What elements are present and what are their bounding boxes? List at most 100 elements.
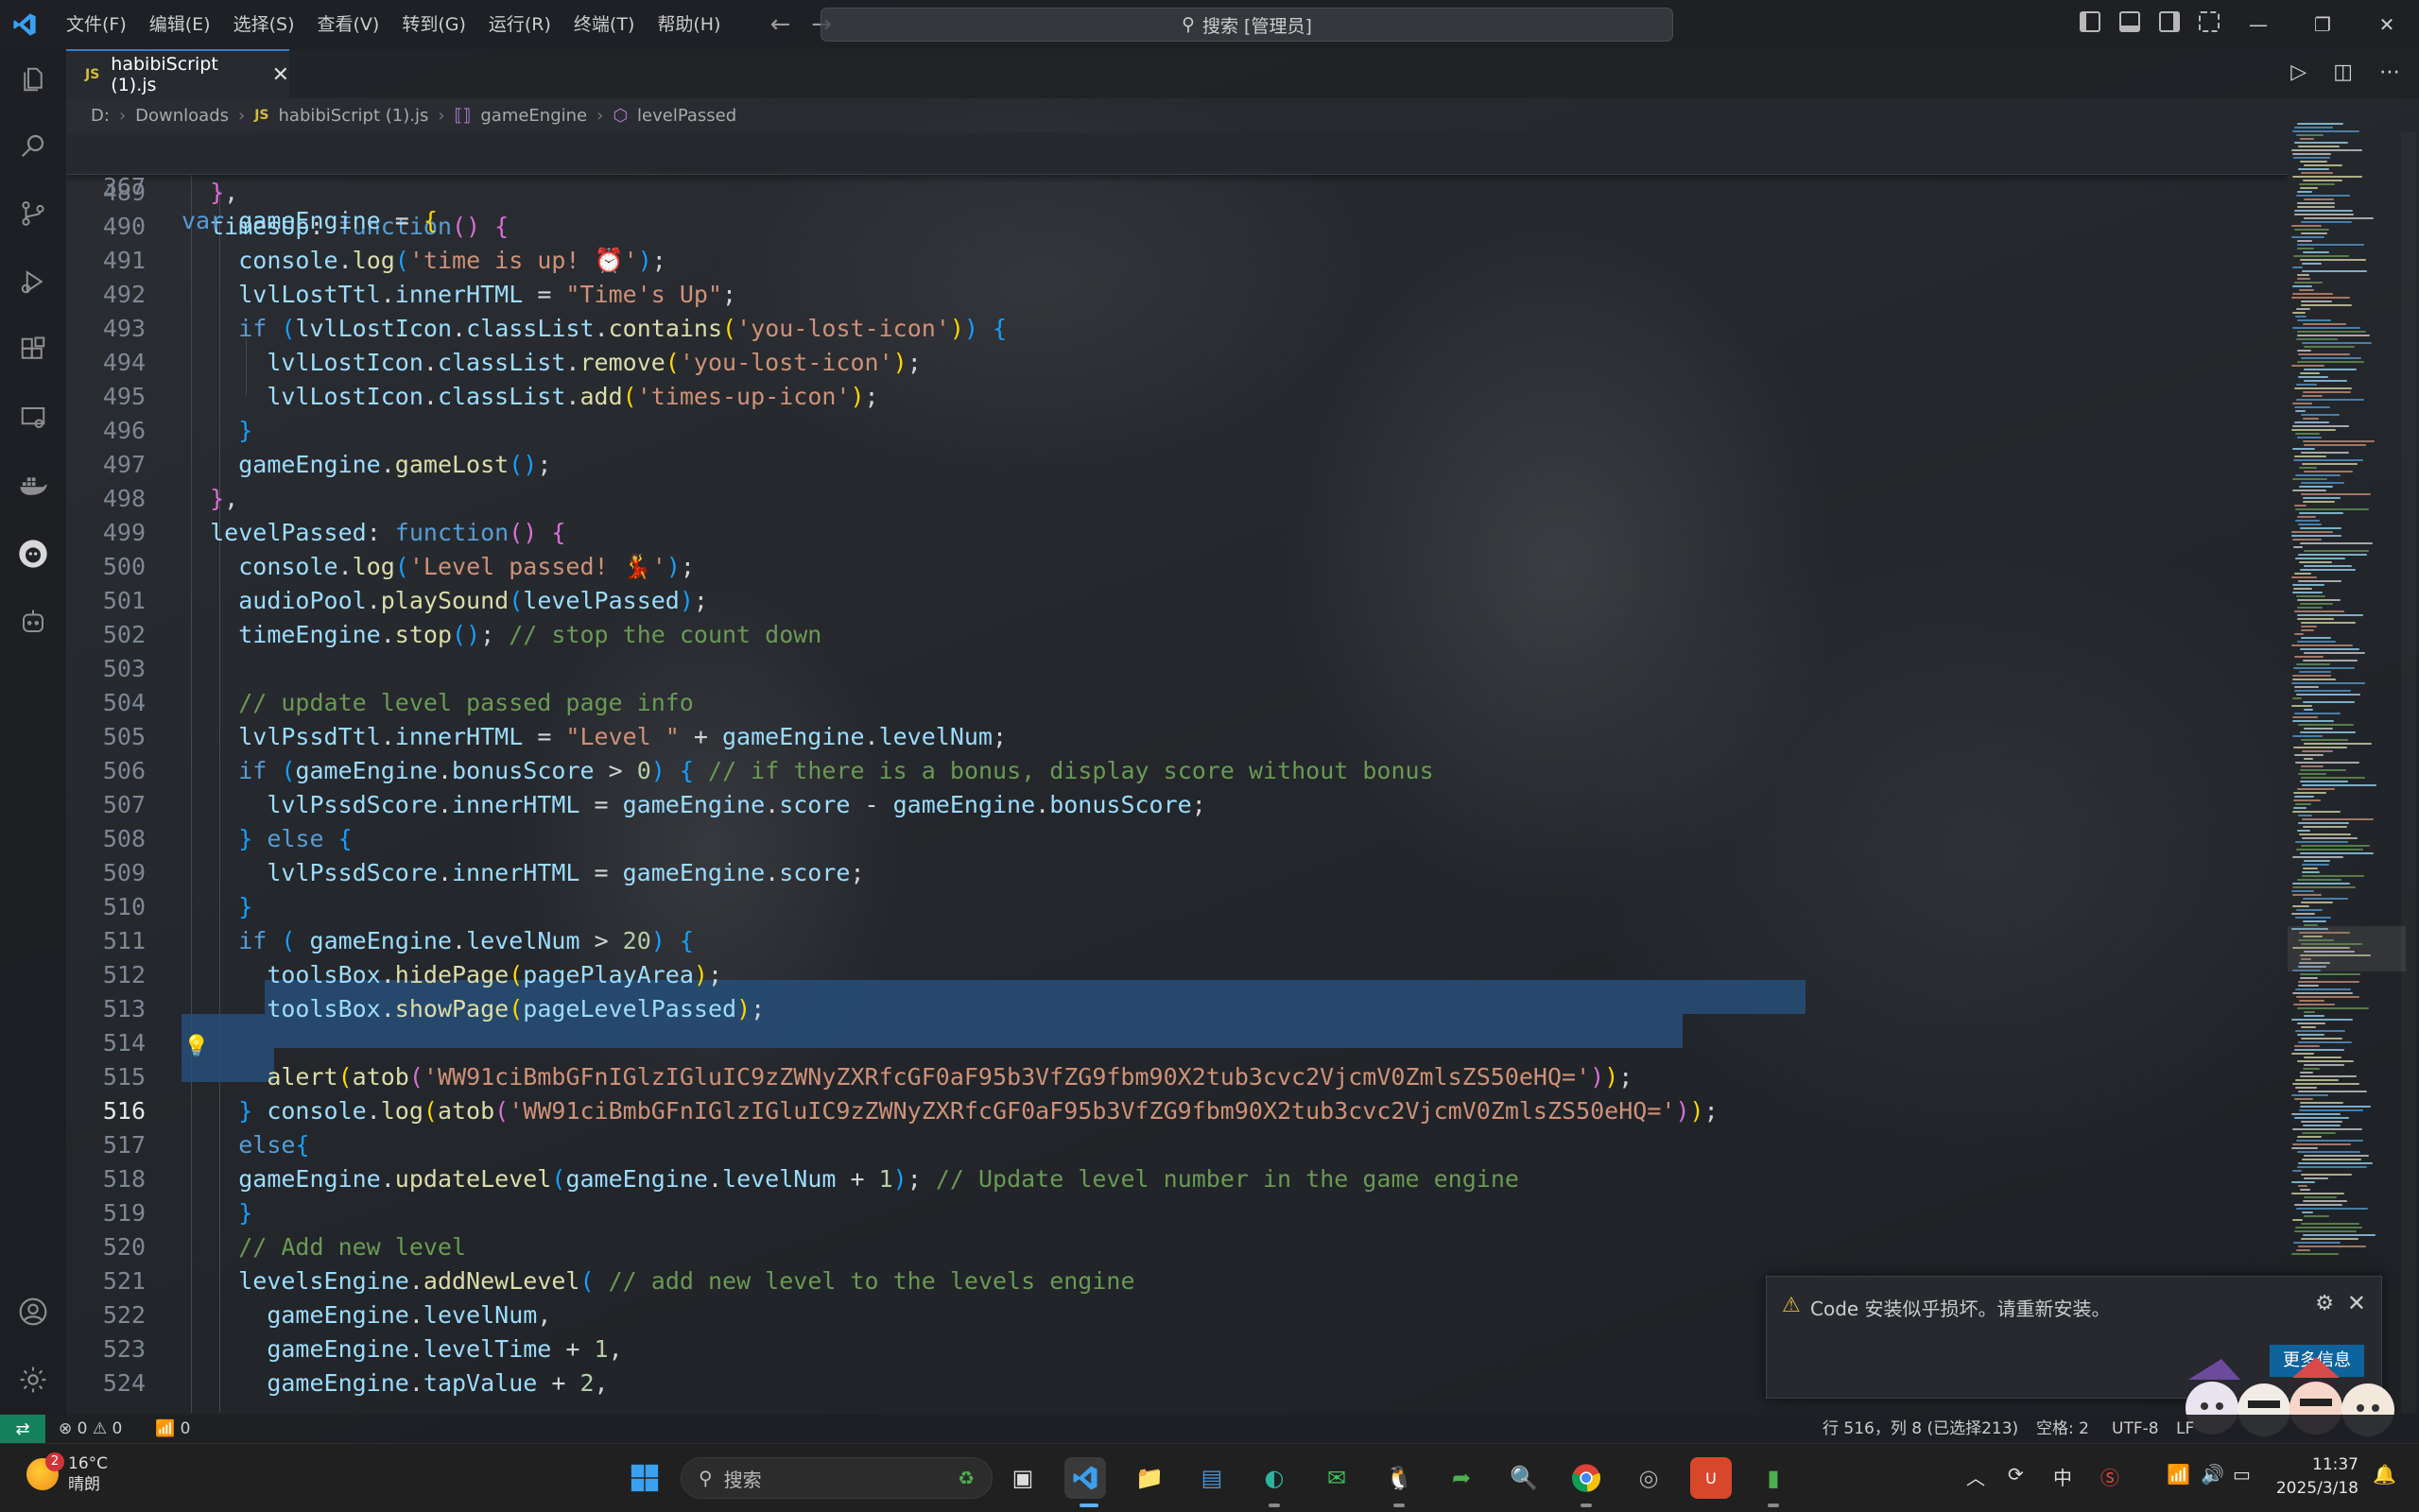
tray-app-icon[interactable]: Ⓢ [2100, 1463, 2119, 1490]
menu-go[interactable]: 转到(G) [390, 0, 477, 49]
command-center-search[interactable]: ⚲ 搜索 [管理员] [821, 8, 1673, 42]
minimize-icon[interactable]: — [2226, 0, 2290, 49]
minimap-line [2296, 1249, 2310, 1251]
battery-icon[interactable]: ▭ [2233, 1463, 2251, 1486]
wifi-icon[interactable]: 📶 [2167, 1463, 2190, 1486]
task-view-icon[interactable]: ▣ [1002, 1457, 1044, 1499]
back-arrow-icon[interactable]: ← [769, 10, 790, 39]
restore-icon[interactable]: ❐ [2290, 0, 2355, 49]
search-icon[interactable] [0, 117, 66, 174]
chat-bot-icon[interactable] [0, 593, 66, 650]
notification-close-icon[interactable]: ✕ [2347, 1290, 2366, 1316]
editor-tab-active[interactable]: JS habibiScript (1).js ✕ [66, 49, 289, 98]
weather-widget[interactable]: 2 16°C 晴朗 [26, 1452, 108, 1495]
menu-view[interactable]: 查看(V) [306, 0, 391, 49]
code-text: } [238, 1199, 253, 1227]
close-icon[interactable]: ✕ [2355, 0, 2419, 49]
notification-bell-icon[interactable]: 🔔 [2373, 1463, 2396, 1486]
minimap-line [2302, 270, 2367, 272]
file-explorer-icon[interactable]: 📁 [1129, 1457, 1170, 1499]
problems-indicator[interactable]: ⊗ 0 ⚠ 0 [59, 1415, 122, 1443]
line-number: 515 [102, 1063, 146, 1091]
menu-edit[interactable]: 编辑(E) [138, 0, 222, 49]
minimap-line [2295, 1079, 2339, 1081]
minimap-line [2292, 448, 2315, 450]
docker-icon[interactable] [0, 457, 66, 514]
breadcrumb-symbol-gameengine[interactable]: gameEngine [480, 106, 587, 126]
app-circle-icon[interactable]: ◎ [1628, 1457, 1669, 1499]
volume-icon[interactable]: 🔊 [2201, 1463, 2224, 1486]
breadcrumb-file[interactable]: habibiScript (1).js [279, 106, 429, 126]
remote-explorer-icon[interactable] [0, 389, 66, 446]
minimap-line [2304, 217, 2374, 219]
breadcrumb-drive[interactable]: D: [91, 106, 110, 126]
chrome-icon[interactable] [1565, 1457, 1607, 1499]
bookmark-app-icon[interactable]: ▮ [1753, 1457, 1794, 1499]
taskbar-search[interactable]: ⚲ 搜索 ♻ [681, 1457, 993, 1499]
end-of-line[interactable]: LF [2176, 1415, 2194, 1443]
minimap-slider[interactable] [2288, 926, 2406, 971]
toggle-panel-icon[interactable] [2119, 11, 2140, 32]
tab-close-icon[interactable]: ✕ [272, 63, 289, 87]
minimap-line [2295, 410, 2306, 412]
minimap-line [2291, 1053, 2314, 1055]
code-text: gameEngine.gameLost(); [238, 451, 552, 478]
remote-indicator-icon[interactable]: ⇄ [0, 1415, 45, 1443]
minimap-line [2304, 1215, 2329, 1217]
system-clock[interactable]: 11:37 2025/3/18 [2276, 1453, 2359, 1501]
minimap-line [2304, 758, 2313, 760]
minimap-line [2298, 580, 2341, 582]
sticky-scroll-header[interactable]: 367 var gameEngine = { [66, 132, 2288, 234]
toggle-secondary-sidebar-icon[interactable] [2159, 11, 2180, 32]
cursor-position[interactable]: 行 516，列 8 (已选择213) [1823, 1415, 2018, 1443]
toggle-primary-sidebar-icon[interactable] [2080, 11, 2100, 32]
minimap[interactable] [2288, 123, 2401, 1276]
manage-gear-icon[interactable] [0, 1351, 66, 1408]
input-method-indicator[interactable]: 中 [2053, 1463, 2072, 1490]
menu-terminal[interactable]: 终端(T) [562, 0, 646, 49]
minimap-line [2301, 739, 2348, 741]
breadcrumb-folder[interactable]: Downloads [135, 106, 229, 126]
split-editor-icon[interactable]: ◫ [2333, 60, 2353, 84]
run-file-icon[interactable]: ▷ [2290, 60, 2307, 84]
minimap-line [2293, 667, 2355, 669]
remote-desktop-icon[interactable]: ▤ [1191, 1457, 1233, 1499]
code-text: gameEngine.levelNum, [267, 1301, 552, 1329]
tray-overflow-chevron-icon[interactable]: ︿ [1966, 1463, 1985, 1490]
qq-icon[interactable]: 🐧 [1378, 1457, 1420, 1499]
explorer-icon[interactable] [0, 51, 66, 108]
run-debug-icon[interactable] [0, 253, 66, 310]
code-editor[interactable]: 367 var gameEngine = { 489 }, 490 timesU… [66, 132, 2288, 1413]
minimap-line [2292, 176, 2362, 178]
lightbulb-icon[interactable]: 💡 [183, 1030, 209, 1064]
ports-indicator[interactable]: 📶 0 [155, 1415, 190, 1443]
code-text: } [238, 1097, 253, 1125]
vscode-taskbar-icon[interactable] [1064, 1457, 1106, 1499]
source-control-icon[interactable] [0, 185, 66, 242]
github-copilot-icon[interactable] [0, 525, 66, 582]
menu-file[interactable]: 文件(F) [55, 0, 138, 49]
menu-selection[interactable]: 选择(S) [222, 0, 306, 49]
minimap-line [2291, 644, 2353, 646]
edge-browser-icon[interactable]: ◐ [1253, 1457, 1295, 1499]
accounts-icon[interactable] [0, 1283, 66, 1340]
minimap-line [2299, 561, 2332, 563]
windows-start-icon[interactable] [624, 1457, 665, 1499]
encoding[interactable]: UTF-8 [2112, 1415, 2159, 1443]
customize-layout-icon[interactable] [2199, 11, 2220, 32]
vertical-scrollbar[interactable] [2401, 132, 2416, 1413]
share-arrow-icon[interactable]: ➦ [1441, 1457, 1482, 1499]
notification-settings-icon[interactable]: ⚙ [2315, 1292, 2334, 1315]
extensions-icon[interactable] [0, 321, 66, 378]
more-actions-icon[interactable]: ⋯ [2379, 60, 2400, 84]
tray-sync-icon[interactable]: ⟳ [2008, 1463, 2024, 1486]
command-center-label: 搜索 [管理员] [1202, 15, 1312, 37]
search-tool-icon[interactable]: 🔍 [1503, 1457, 1545, 1499]
wechat-icon[interactable]: ✉ [1316, 1457, 1357, 1499]
ubuntu-app-icon[interactable]: U [1690, 1457, 1732, 1499]
code-text: } [238, 417, 253, 444]
menu-run[interactable]: 运行(R) [477, 0, 562, 49]
breadcrumb-symbol-levelpassed[interactable]: levelPassed [637, 106, 736, 126]
menu-help[interactable]: 帮助(H) [646, 0, 732, 49]
indentation[interactable]: 空格: 2 [2036, 1415, 2089, 1443]
